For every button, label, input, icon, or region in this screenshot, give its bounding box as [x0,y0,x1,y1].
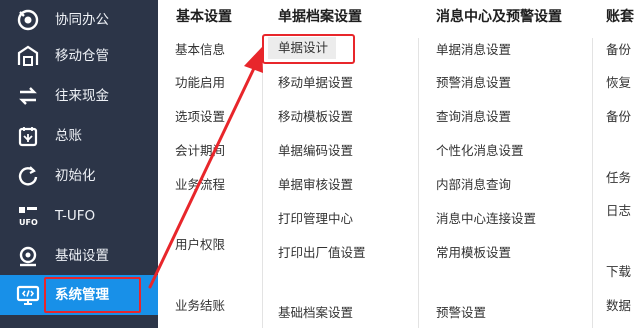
ledger-icon [16,124,40,148]
svg-text:UFO: UFO [19,218,38,227]
sidebar-item-label: 基础设置 [55,248,109,264]
menu-item-log-management[interactable]: 日志 [606,203,631,219]
menu-item-print-management[interactable]: 打印管理中心 [278,211,353,227]
menu-panel [158,0,642,328]
sidebar-item-mobile-warehouse[interactable]: 移动仓管 [0,36,158,76]
menu-item-personalized-message-settings[interactable]: 个性化消息设置 [436,143,524,159]
sidebar-item-label: 总账 [55,128,82,144]
menu-item-alert-settings[interactable]: 预警设置 [436,305,486,321]
menu-item-options[interactable]: 选项设置 [175,109,225,125]
menu-item-business-closing[interactable]: 业务结账 [175,298,225,314]
column-divider [418,38,419,328]
menu-item-accounting-period[interactable]: 会计期间 [175,143,225,159]
annotation-outline-document-design [262,34,355,64]
menu-item-common-template-settings[interactable]: 常用模板设置 [436,245,511,261]
sidebar-item-label: 协同办公 [55,12,109,28]
menu-item-internal-message-query[interactable]: 内部消息查询 [436,177,511,193]
menu-item-feature-enable[interactable]: 功能启用 [175,75,225,91]
sidebar-item-cash-flow[interactable]: 往来现金 [0,76,158,116]
column-title-message-center: 消息中心及预警设置 [436,9,562,25]
menu-item-print-factory-defaults[interactable]: 打印出厂值设置 [278,245,366,261]
menu-item-document-numbering[interactable]: 单据编码设置 [278,143,353,159]
annotation-outline-system-management [44,277,141,313]
column-title-document-archive: 单据档案设置 [278,9,362,25]
ufo-report-icon: UFO [16,204,40,228]
sidebar-item-label: 往来现金 [55,88,109,104]
sidebar-item-label: T-UFO [55,208,96,224]
menu-item-message-center-connection[interactable]: 消息中心连接设置 [436,211,536,227]
column-divider [262,38,263,328]
menu-item-task-management[interactable]: 任务 [606,170,631,186]
cash-flow-icon [16,84,40,108]
menu-item-download[interactable]: 下载 [606,264,631,280]
menu-item-query-message-settings[interactable]: 查询消息设置 [436,109,511,125]
sidebar-item-basic-settings[interactable]: 基础设置 [0,236,158,276]
menu-item-basic-info[interactable]: 基本信息 [175,42,225,58]
system-management-icon [16,283,40,307]
menu-item-account-backup[interactable]: 备份 [606,42,631,58]
mobile-warehouse-icon [16,44,40,68]
menu-item-account-backup-plan[interactable]: 备份 [606,109,631,125]
column-divider [592,38,593,328]
menu-item-data-import[interactable]: 数据 [606,298,631,314]
menu-item-alert-message-settings[interactable]: 预警消息设置 [436,75,511,91]
column-title-account-set: 账套 [606,9,634,25]
sidebar-item-label: 初始化 [55,168,96,184]
menu-item-business-process[interactable]: 业务流程 [175,177,225,193]
sidebar-item-initialize[interactable]: 初始化 [0,156,158,196]
column-title-basic-settings: 基本设置 [176,9,232,25]
menu-item-mobile-template-settings[interactable]: 移动模板设置 [278,109,353,125]
menu-item-mobile-document-settings[interactable]: 移动单据设置 [278,75,353,91]
collaboration-icon [16,8,40,32]
menu-item-basic-archive-settings[interactable]: 基础档案设置 [278,305,353,321]
menu-item-document-message-settings[interactable]: 单据消息设置 [436,42,511,58]
sidebar-item-ledger[interactable]: 总账 [0,116,158,156]
sidebar-item-t-ufo[interactable]: UFO T-UFO [0,196,158,236]
menu-item-document-audit[interactable]: 单据审核设置 [278,177,353,193]
initialize-icon [16,164,40,188]
sidebar-item-label: 移动仓管 [55,48,109,64]
sidebar-item-collaboration[interactable]: 协同办公 [0,0,158,40]
menu-item-user-permissions[interactable]: 用户权限 [175,237,225,253]
basic-settings-icon [16,244,40,268]
menu-item-account-restore[interactable]: 恢复 [606,75,631,91]
